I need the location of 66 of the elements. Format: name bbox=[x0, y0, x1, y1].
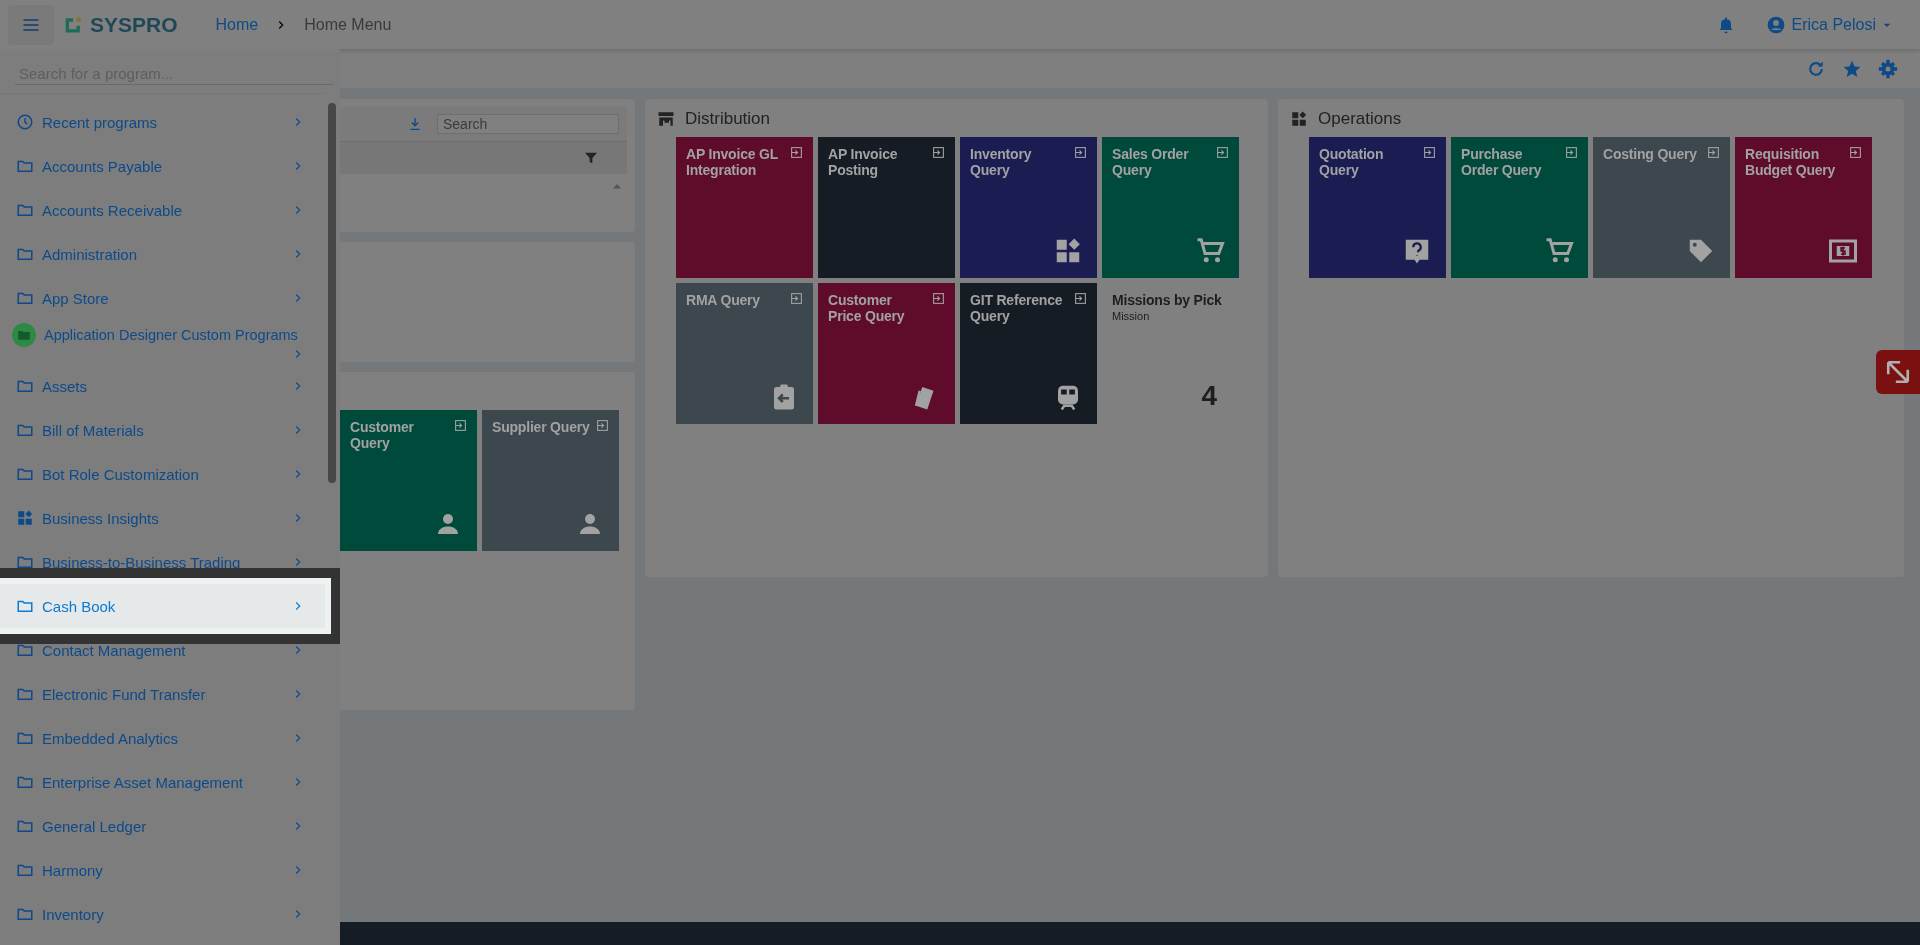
program-tile[interactable]: GIT Reference Query bbox=[960, 283, 1097, 424]
menu-item[interactable]: App Store bbox=[0, 276, 325, 320]
menu-item[interactable]: Accounts Payable bbox=[0, 144, 325, 188]
user-name[interactable]: Erica Pelosi bbox=[1791, 15, 1876, 34]
settings-icon bbox=[1878, 58, 1898, 79]
launch-icon bbox=[1565, 146, 1578, 159]
menu-item[interactable]: Recent programs bbox=[0, 100, 325, 144]
store-icon bbox=[657, 110, 675, 128]
tile-title: Missions by Pick bbox=[1112, 292, 1223, 308]
program-tile[interactable]: RMA Query bbox=[676, 283, 813, 424]
tile-subtitle: Mission bbox=[1112, 310, 1151, 322]
menu-item[interactable]: Bill of Materials bbox=[0, 408, 325, 452]
scrollbar-thumb[interactable] bbox=[328, 103, 336, 483]
blocks-icon bbox=[1290, 110, 1308, 128]
tile-count: 4 bbox=[1201, 380, 1217, 412]
program-tile[interactable]: Customer Query bbox=[340, 410, 477, 551]
program-tile[interactable]: Inventory Query bbox=[960, 137, 1097, 278]
launch-icon bbox=[596, 419, 609, 432]
program-tile[interactable]: Quotation Query bbox=[1309, 137, 1446, 278]
launch-icon bbox=[1074, 292, 1087, 305]
launch-icon bbox=[790, 292, 803, 305]
breadcrumb-link[interactable]: Home bbox=[215, 15, 259, 34]
launch-icon bbox=[454, 419, 467, 432]
folder-icon bbox=[17, 328, 31, 342]
program-tile[interactable]: Costing Query bbox=[1593, 137, 1730, 278]
blocks-icon bbox=[16, 509, 34, 527]
program-tile[interactable]: Sales Order Query bbox=[1102, 137, 1239, 278]
program-tile[interactable]: AP Invoice Posting bbox=[818, 137, 955, 278]
menu-item[interactable]: Accounts Receivable bbox=[0, 188, 325, 232]
program-tile[interactable]: Purchase Order Query bbox=[1451, 137, 1588, 278]
menu-item[interactable]: Contact Management bbox=[0, 628, 325, 672]
menu-item[interactable]: Electronic Fund Transfer bbox=[0, 672, 325, 716]
menu-item[interactable]: Business Insights bbox=[0, 496, 325, 540]
menu-item[interactable]: Application Designer Custom Programs bbox=[0, 320, 325, 364]
avatar-icon bbox=[1765, 14, 1786, 35]
launch-icon bbox=[932, 146, 945, 159]
breadcrumb-current: Home Menu bbox=[304, 15, 392, 34]
clock-icon bbox=[16, 113, 34, 131]
menu-item[interactable]: Embedded Analytics bbox=[0, 716, 325, 760]
launch-icon bbox=[1849, 146, 1862, 159]
launch-icon bbox=[1074, 146, 1087, 159]
filter-icon bbox=[583, 150, 599, 166]
panel-title: Distribution bbox=[685, 109, 771, 129]
arrows-icon bbox=[1885, 359, 1911, 385]
program-tile[interactable]: AP Invoice GL Integration bbox=[676, 137, 813, 278]
download-icon bbox=[407, 116, 423, 132]
menu-item[interactable]: Bot Role Customization bbox=[0, 452, 325, 496]
launch-icon bbox=[932, 292, 945, 305]
menu-item[interactable]: Harmony bbox=[0, 848, 325, 892]
menu-item[interactable]: General Ledger bbox=[0, 804, 325, 848]
launch-icon bbox=[1216, 146, 1229, 159]
menu-item[interactable]: Assets bbox=[0, 364, 325, 408]
expand-button[interactable] bbox=[1876, 350, 1920, 394]
program-tile[interactable]: Customer Price Query bbox=[818, 283, 955, 424]
launch-icon bbox=[790, 146, 803, 159]
menu-item[interactable]: Inventory bbox=[0, 892, 325, 936]
program-tile[interactable]: Requisition Budget Query bbox=[1735, 137, 1872, 278]
search-field[interactable]: Search bbox=[437, 114, 619, 134]
menu-item[interactable]: Enterprise Asset Management bbox=[0, 760, 325, 804]
brand-name: SYSPRO bbox=[90, 12, 178, 37]
program-tile[interactable]: Supplier Query bbox=[482, 410, 619, 551]
menu-item[interactable]: Administration bbox=[0, 232, 325, 276]
panel-title: Operations bbox=[1318, 109, 1402, 129]
launch-icon bbox=[1423, 146, 1436, 159]
launch-icon bbox=[1707, 146, 1720, 159]
menu-button[interactable] bbox=[8, 4, 54, 45]
